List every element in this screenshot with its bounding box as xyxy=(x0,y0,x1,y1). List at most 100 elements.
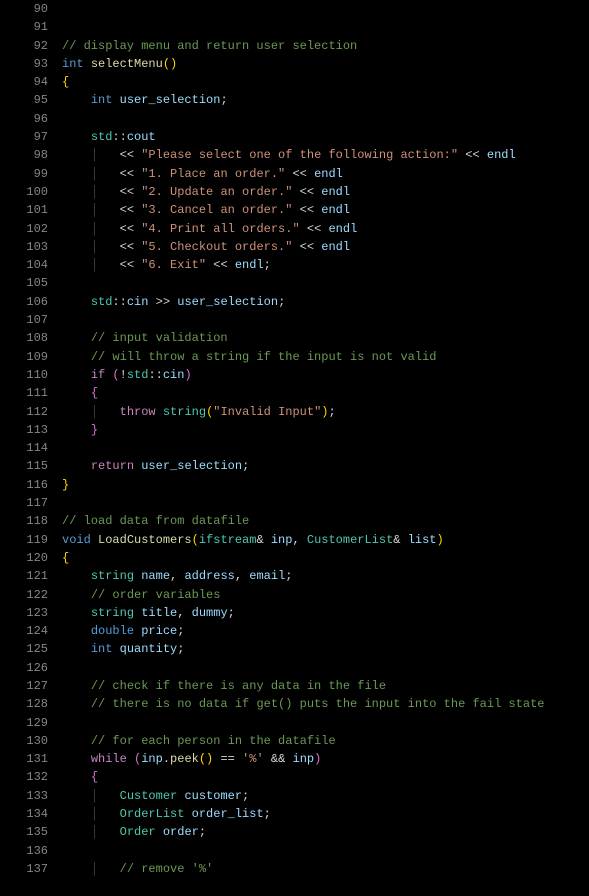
line-number: 111 xyxy=(0,384,48,402)
code-line[interactable]: { xyxy=(62,549,589,567)
token: '%' xyxy=(242,752,264,766)
code-line[interactable]: { xyxy=(62,384,589,402)
token: << xyxy=(120,240,142,254)
line-number: 128 xyxy=(0,695,48,713)
token xyxy=(62,789,91,803)
code-line[interactable] xyxy=(62,714,589,732)
code-line[interactable]: │ << "6. Exit" << endl; xyxy=(62,256,589,274)
code-line[interactable]: std::cin >> user_selection; xyxy=(62,293,589,311)
token: << xyxy=(292,185,321,199)
token: │ xyxy=(91,185,120,199)
token: string xyxy=(91,569,134,583)
code-line[interactable] xyxy=(62,274,589,292)
code-line[interactable]: if (!std::cin) xyxy=(62,366,589,384)
code-line[interactable]: // load data from datafile xyxy=(62,512,589,530)
token: "2. Update an order." xyxy=(141,185,292,199)
code-line[interactable]: std::cout xyxy=(62,128,589,146)
token: << xyxy=(285,167,314,181)
code-line[interactable]: │ << "Please select one of the following… xyxy=(62,146,589,164)
code-line[interactable]: // will throw a string if the input is n… xyxy=(62,348,589,366)
code-line[interactable]: } xyxy=(62,476,589,494)
line-number: 103 xyxy=(0,238,48,256)
code-line[interactable]: │ // remove '%' xyxy=(62,860,589,878)
token: int xyxy=(91,642,113,656)
code-line[interactable]: string name, address, email; xyxy=(62,567,589,585)
code-line[interactable]: int quantity; xyxy=(62,640,589,658)
token: double xyxy=(91,624,134,638)
line-number: 93 xyxy=(0,55,48,73)
token: title xyxy=(141,606,177,620)
code-line[interactable]: │ << "3. Cancel an order." << endl xyxy=(62,201,589,219)
code-line[interactable]: │ << "4. Print all orders." << endl xyxy=(62,220,589,238)
line-number: 91 xyxy=(0,18,48,36)
code-line[interactable]: int user_selection; xyxy=(62,91,589,109)
code-line[interactable]: │ << "5. Checkout orders." << endl xyxy=(62,238,589,256)
token: "4. Print all orders." xyxy=(141,222,299,236)
code-line[interactable]: │ OrderList order_list; xyxy=(62,805,589,823)
token xyxy=(62,825,91,839)
code-line[interactable]: int selectMenu() xyxy=(62,55,589,73)
code-line[interactable] xyxy=(62,110,589,128)
token: // for each person in the datafile xyxy=(91,734,336,748)
token: } xyxy=(91,423,98,437)
token: // order variables xyxy=(91,588,221,602)
token: email xyxy=(249,569,285,583)
line-number: 106 xyxy=(0,293,48,311)
code-line[interactable]: { xyxy=(62,768,589,786)
code-line[interactable]: │ throw string("Invalid Input"); xyxy=(62,403,589,421)
code-line[interactable]: // there is no data if get() puts the in… xyxy=(62,695,589,713)
code-line[interactable]: while (inp.peek() == '%' && inp) xyxy=(62,750,589,768)
token: // input validation xyxy=(91,331,228,345)
token: Customer xyxy=(120,789,178,803)
token: order_list xyxy=(192,807,264,821)
code-line[interactable]: void LoadCustomers(ifstream& inp, Custom… xyxy=(62,531,589,549)
token: << xyxy=(292,240,321,254)
code-line[interactable]: │ Order order; xyxy=(62,823,589,841)
token: << xyxy=(300,222,329,236)
token: endl xyxy=(328,222,357,236)
token: :: xyxy=(112,130,126,144)
code-line[interactable] xyxy=(62,494,589,512)
line-number: 99 xyxy=(0,165,48,183)
token xyxy=(62,734,91,748)
code-line[interactable]: string title, dummy; xyxy=(62,604,589,622)
token: , xyxy=(235,569,249,583)
code-line[interactable]: double price; xyxy=(62,622,589,640)
token: { xyxy=(91,386,98,400)
token: << xyxy=(120,148,142,162)
token: name xyxy=(141,569,170,583)
code-line[interactable] xyxy=(62,439,589,457)
code-editor[interactable]: 9091929394959697989910010110210310410510… xyxy=(0,0,589,896)
line-number: 97 xyxy=(0,128,48,146)
code-line[interactable]: // check if there is any data in the fil… xyxy=(62,677,589,695)
code-line[interactable]: // order variables xyxy=(62,586,589,604)
line-number: 109 xyxy=(0,348,48,366)
token: ! xyxy=(120,368,127,382)
token xyxy=(264,533,271,547)
code-line[interactable]: │ << "2. Update an order." << endl xyxy=(62,183,589,201)
token: void xyxy=(62,533,91,547)
token: │ xyxy=(91,148,120,162)
code-line[interactable] xyxy=(62,311,589,329)
code-line[interactable]: return user_selection; xyxy=(62,457,589,475)
code-content[interactable]: // display menu and return user selectio… xyxy=(62,0,589,896)
line-number: 105 xyxy=(0,274,48,292)
code-line[interactable] xyxy=(62,659,589,677)
code-line[interactable]: // for each person in the datafile xyxy=(62,732,589,750)
token: , xyxy=(170,569,184,583)
token: user_selection xyxy=(120,93,221,107)
code-line[interactable]: │ Customer customer; xyxy=(62,787,589,805)
token xyxy=(62,386,91,400)
token xyxy=(62,569,91,583)
code-line[interactable] xyxy=(62,842,589,860)
code-line[interactable]: } xyxy=(62,421,589,439)
token: "5. Checkout orders." xyxy=(141,240,292,254)
code-line[interactable] xyxy=(62,18,589,36)
code-line[interactable] xyxy=(62,0,589,18)
token: & xyxy=(256,533,263,547)
code-line[interactable]: // input validation xyxy=(62,329,589,347)
code-line[interactable]: { xyxy=(62,73,589,91)
code-line[interactable]: │ << "1. Place an order." << endl xyxy=(62,165,589,183)
token: │ xyxy=(91,862,120,876)
code-line[interactable]: // display menu and return user selectio… xyxy=(62,37,589,55)
